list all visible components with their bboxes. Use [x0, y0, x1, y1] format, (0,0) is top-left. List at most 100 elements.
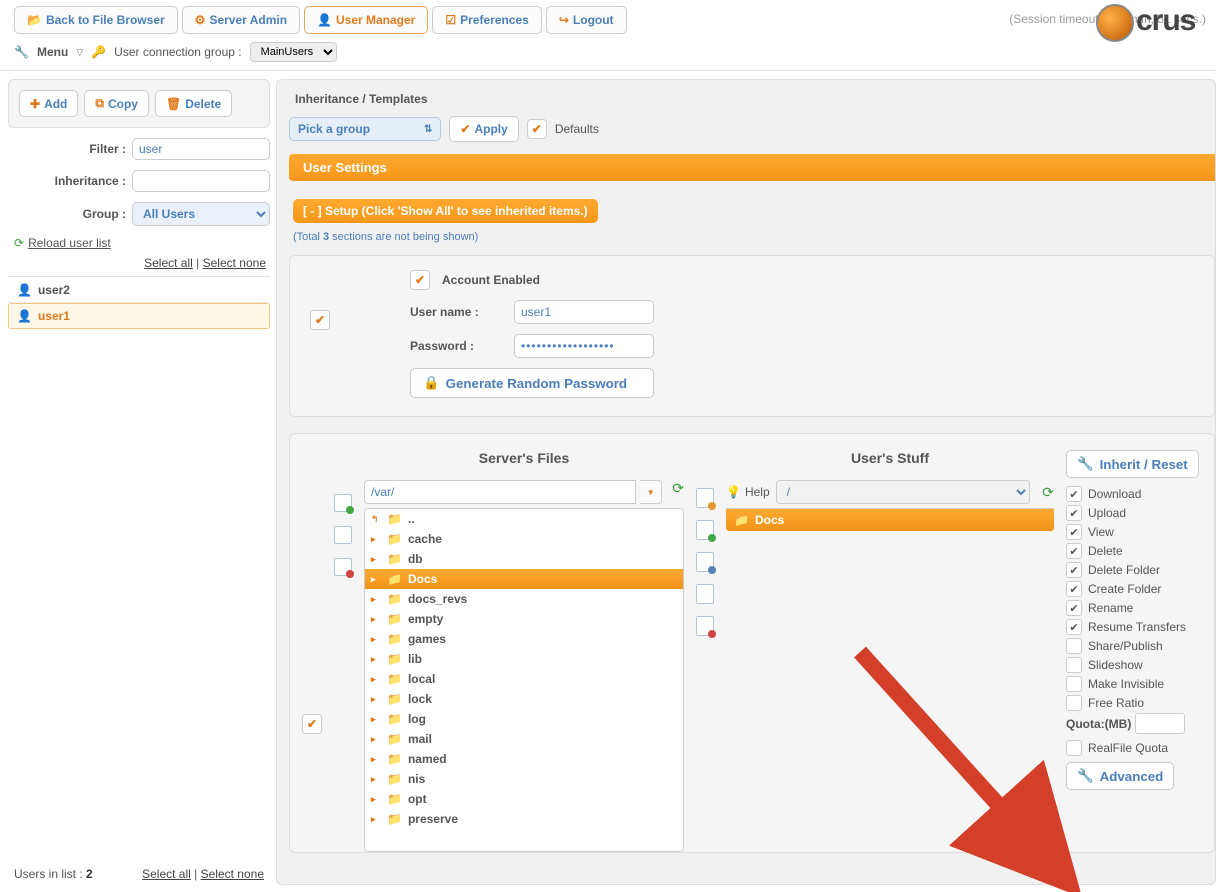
- select-none-link[interactable]: Select none: [203, 256, 266, 270]
- tree-item[interactable]: ▸📁named: [365, 749, 683, 769]
- preferences-button[interactable]: ☑ Preferences: [432, 6, 541, 34]
- delete-button[interactable]: 🗑 Delete: [155, 90, 232, 117]
- tree-item[interactable]: ▸📁games: [365, 629, 683, 649]
- tree-item[interactable]: ▸📁mail: [365, 729, 683, 749]
- copy-button[interactable]: ⧉ Copy: [84, 90, 149, 117]
- tree-item[interactable]: ▸📁docs_revs: [365, 589, 683, 609]
- tree-item[interactable]: ↰📁..: [365, 509, 683, 529]
- perm-label: Resume Transfers: [1088, 620, 1186, 634]
- perm-checkbox[interactable]: ✔: [1066, 619, 1082, 635]
- users-stuff-heading: User's Stuff: [726, 450, 1054, 466]
- tree-item[interactable]: ▸📁Docs: [365, 569, 683, 589]
- refresh-icon[interactable]: ⟳: [672, 480, 684, 504]
- apply-button[interactable]: ✔ Apply: [449, 116, 518, 142]
- nav-label: Preferences: [460, 13, 529, 27]
- edit-item-icon[interactable]: [696, 488, 714, 508]
- file-add-icon[interactable]: [334, 494, 352, 512]
- stuff-item-docs[interactable]: 📁 Docs: [726, 509, 1054, 531]
- user-row[interactable]: 👤user1: [8, 303, 270, 329]
- add-button[interactable]: ✚ Add: [19, 90, 78, 117]
- remove-item-icon[interactable]: [696, 616, 714, 636]
- filter-input[interactable]: [132, 138, 270, 160]
- perm-checkbox[interactable]: ✔: [1066, 543, 1082, 559]
- chevron-updown-icon: ⇅: [424, 124, 432, 135]
- tree-item[interactable]: ▸📁local: [365, 669, 683, 689]
- tree-item[interactable]: ▸📁empty: [365, 609, 683, 629]
- menu-dropdown[interactable]: Menu: [37, 45, 68, 59]
- files-section-checkbox[interactable]: ✔: [302, 714, 322, 734]
- tree-item[interactable]: ▸📁log: [365, 709, 683, 729]
- expand-icon: ▸: [371, 654, 381, 665]
- expand-icon: ▸: [371, 614, 381, 625]
- perm-checkbox[interactable]: ✔: [1066, 600, 1082, 616]
- file-icon[interactable]: [334, 526, 352, 544]
- account-enabled-checkbox[interactable]: ✔: [410, 270, 430, 290]
- connection-group-select[interactable]: MainUsers: [250, 42, 337, 62]
- perm-row: ✔Delete: [1066, 543, 1216, 559]
- perm-row: Share/Publish: [1066, 638, 1216, 654]
- stuff-path-select[interactable]: /: [776, 480, 1031, 504]
- perm-checkbox[interactable]: ✔: [1066, 581, 1082, 597]
- help-link[interactable]: 💡 Help: [726, 485, 770, 499]
- pick-a-group-select[interactable]: Pick a group ⇅: [289, 117, 441, 141]
- select-all-link[interactable]: Select all: [144, 256, 193, 270]
- logout-button[interactable]: ↪ Logout: [546, 6, 627, 34]
- inheritance-input[interactable]: [132, 170, 270, 192]
- server-path-input[interactable]: [364, 480, 636, 504]
- expand-icon: ▸: [371, 694, 381, 705]
- tree-item[interactable]: ▸📁db: [365, 549, 683, 569]
- tree-item-label: opt: [408, 792, 427, 806]
- generate-password-button[interactable]: 🔒 Generate Random Password: [410, 368, 654, 398]
- tree-item[interactable]: ▸📁preserve: [365, 809, 683, 829]
- folder-icon: 📁: [387, 772, 402, 786]
- perm-checkbox[interactable]: ✔: [1066, 524, 1082, 540]
- defaults-checkbox[interactable]: ✔: [527, 119, 547, 139]
- reload-user-list-link[interactable]: Reload user list: [28, 236, 111, 250]
- item-icon[interactable]: [696, 584, 714, 604]
- wrench-icon: 🔧: [1077, 768, 1094, 784]
- tree-item[interactable]: ▸📁nis: [365, 769, 683, 789]
- tree-item[interactable]: ▸📁lib: [365, 649, 683, 669]
- lock-icon: 🔒: [423, 375, 440, 391]
- realfile-quota-label: RealFile Quota: [1088, 741, 1168, 755]
- perm-checkbox[interactable]: [1066, 638, 1082, 654]
- perm-label: Share/Publish: [1088, 639, 1163, 653]
- section-checkbox[interactable]: ✔: [310, 310, 330, 330]
- path-dropdown-button[interactable]: ▼: [640, 480, 662, 504]
- nav-label: Back to File Browser: [46, 13, 165, 27]
- view-item-icon[interactable]: [696, 552, 714, 572]
- realfile-quota-checkbox[interactable]: [1066, 740, 1082, 756]
- tree-item[interactable]: ▸📁cache: [365, 529, 683, 549]
- setup-toggle[interactable]: [ - ] Setup (Click 'Show All' to see inh…: [293, 199, 598, 223]
- perm-checkbox[interactable]: ✔: [1066, 562, 1082, 578]
- quota-input[interactable]: [1135, 713, 1185, 734]
- user-manager-button[interactable]: 👤 User Manager: [304, 6, 428, 34]
- add-item-icon[interactable]: [696, 520, 714, 540]
- password-input[interactable]: [514, 334, 654, 358]
- perm-checkbox[interactable]: [1066, 695, 1082, 711]
- group-select[interactable]: All Users: [132, 202, 270, 226]
- perm-row: ✔Download: [1066, 486, 1216, 502]
- perm-checkbox[interactable]: ✔: [1066, 486, 1082, 502]
- user-row[interactable]: 👤user2: [8, 277, 270, 303]
- perm-row: ✔Rename: [1066, 600, 1216, 616]
- refresh-icon[interactable]: ⟳: [1042, 484, 1054, 501]
- quota-label: Quota:(MB): [1066, 717, 1131, 731]
- tree-item[interactable]: ▸📁opt: [365, 789, 683, 809]
- file-remove-icon[interactable]: [334, 558, 352, 576]
- select-all-link-bottom[interactable]: Select all: [142, 867, 191, 881]
- back-to-file-browser-button[interactable]: 📂 Back to File Browser: [14, 6, 178, 34]
- expand-icon: ▸: [371, 814, 381, 825]
- server-admin-button[interactable]: ⚙ Server Admin: [182, 6, 300, 34]
- select-none-link-bottom[interactable]: Select none: [201, 867, 264, 881]
- username-input[interactable]: [514, 300, 654, 324]
- trash-icon: 🗑: [166, 97, 181, 111]
- tree-item[interactable]: ▸📁lock: [365, 689, 683, 709]
- folder-icon: 📁: [387, 712, 402, 726]
- advanced-button[interactable]: 🔧 Advanced: [1066, 762, 1174, 790]
- perm-checkbox[interactable]: [1066, 657, 1082, 673]
- inherit-reset-button[interactable]: 🔧 Inherit / Reset: [1066, 450, 1199, 478]
- perm-checkbox[interactable]: [1066, 676, 1082, 692]
- perm-checkbox[interactable]: ✔: [1066, 505, 1082, 521]
- user-list: 👤user2👤user1: [8, 276, 270, 863]
